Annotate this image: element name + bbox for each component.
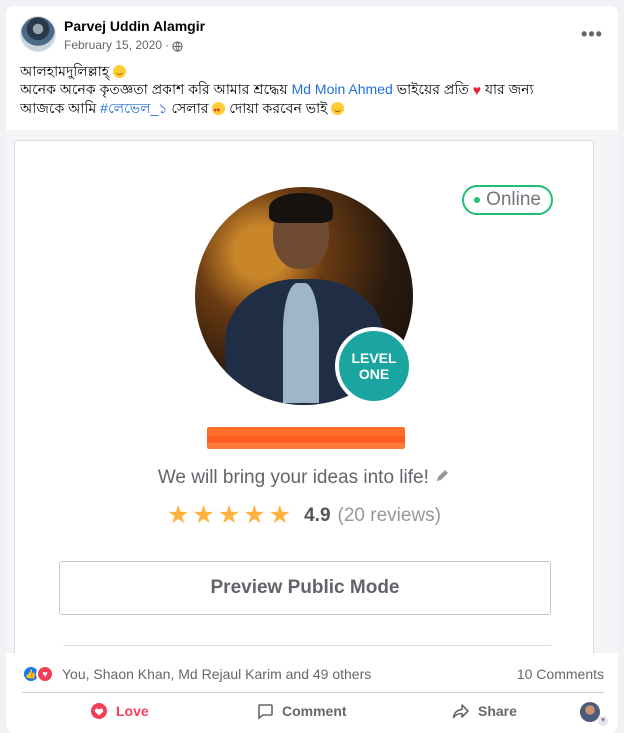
share-icon [452, 704, 469, 719]
meta-separator: · [165, 38, 170, 52]
author-name[interactable]: Parvej Uddin Alamgir [64, 18, 205, 34]
red-heart-emoji-icon: ♥ [472, 82, 482, 98]
author-avatar[interactable] [20, 16, 56, 52]
post-photo[interactable]: Online LEVEL ONE We will bring your idea… [6, 130, 618, 653]
online-label: Online [486, 189, 541, 210]
post-actions: Love Comment Share ▾ [22, 696, 608, 730]
mention-link[interactable]: Md Moin Ahmed [292, 81, 393, 97]
photo-hair [269, 193, 333, 223]
redacted-username [207, 427, 405, 449]
share-label: Share [478, 703, 517, 719]
star-icon: ★ [166, 501, 190, 529]
post-line-1: আলহামদুলিল্লাহ্ [20, 62, 606, 80]
rating-count: (20 reviews) [337, 504, 441, 526]
love-label: Love [116, 703, 149, 719]
post-date[interactable]: February 15, 2020 [64, 38, 162, 52]
viewer-avatar[interactable] [580, 702, 600, 722]
star-icon: ★ [243, 501, 266, 529]
star-icon: ★ [217, 501, 241, 529]
more-horizontal-icon: ••• [581, 23, 603, 44]
facebook-post: Parvej Uddin Alamgir February 15, 2020 ·… [6, 6, 618, 733]
post-line-3-end: দোয়া করবেন ভাই [229, 100, 328, 116]
globe-icon[interactable] [172, 40, 183, 52]
post-meta: February 15, 2020 · [64, 38, 183, 52]
chevron-down-icon[interactable]: ▾ [598, 716, 608, 726]
level-badge-line2: ONE [358, 366, 390, 382]
post-line-2-suffix: ভাইয়ের প্রতি [396, 81, 469, 97]
comment-label: Comment [282, 703, 347, 719]
post-line-3-mid: সেলার [171, 100, 209, 116]
hashtag-link[interactable]: #লেভেল_১ [100, 100, 167, 116]
actions-divider [22, 692, 604, 693]
photo-shirt [283, 283, 319, 403]
love-reaction-icon: ♥ [36, 665, 54, 683]
level-one-badge: LEVEL ONE [335, 327, 413, 405]
card-divider [63, 645, 551, 646]
post-line-2-end: যার জন্য [484, 81, 534, 97]
comment-count[interactable]: 10 Comments [517, 666, 604, 682]
online-status-badge: Online [462, 185, 553, 215]
comment-icon [258, 704, 273, 720]
post-header: Parvej Uddin Alamgir February 15, 2020 ·… [20, 16, 606, 62]
reaction-icons[interactable]: 👍 ♥ [22, 665, 54, 683]
heart-eyes-emoji-icon [212, 102, 226, 120]
post-line-2: অনেক অনেক কৃতজ্ঞতা প্রকাশ করি আমার শ্রদ্… [20, 80, 606, 99]
love-button[interactable]: Love [90, 702, 149, 720]
reactions-bar: 👍 ♥ You, Shaon Khan, Md Rejaul Karim and… [22, 662, 604, 686]
post-text: আলহামদুলিল্লাহ্ অনেক অনেক কৃতজ্ঞতা প্রকা… [20, 62, 606, 120]
star-icon: ★ [268, 501, 292, 529]
reaction-names[interactable]: You, Shaon Khan, Md Rejaul Karim and 49 … [62, 666, 371, 682]
post-line-1-text: আলহামদুলিল্লাহ্ [20, 63, 110, 79]
love-icon [91, 703, 107, 719]
star-icon: ★ [192, 501, 215, 529]
level-badge-line1: LEVEL [351, 350, 397, 366]
online-dot-icon [474, 197, 481, 203]
post-line-2-prefix: অনেক অনেক কৃতজ্ঞতা প্রকাশ করি আমার শ্রদ্… [20, 81, 288, 97]
seller-tagline: We will bring your ideas into life! [15, 467, 593, 489]
rating-score: 4.9 [304, 504, 331, 526]
smile-emoji-icon [331, 102, 345, 115]
post-line-3: আজকে আমি #লেভেল_১ সেলার দোয়া করবেন ভাই [20, 99, 606, 120]
share-button[interactable]: Share [452, 702, 517, 720]
seller-rating: ★ ★ ★ ★ ★ 4.9 (20 reviews) [15, 503, 593, 528]
tagline-text: We will bring your ideas into life! [157, 467, 429, 488]
pencil-icon [437, 470, 449, 481]
smile-emoji-icon [113, 65, 127, 78]
post-line-3-prefix: আজকে আমি [20, 100, 97, 116]
fiverr-profile-card: Online LEVEL ONE We will bring your idea… [14, 140, 594, 653]
comment-button[interactable]: Comment [256, 702, 347, 720]
more-options-button[interactable]: ••• [578, 20, 606, 48]
preview-public-mode-button: Preview Public Mode [59, 561, 551, 615]
